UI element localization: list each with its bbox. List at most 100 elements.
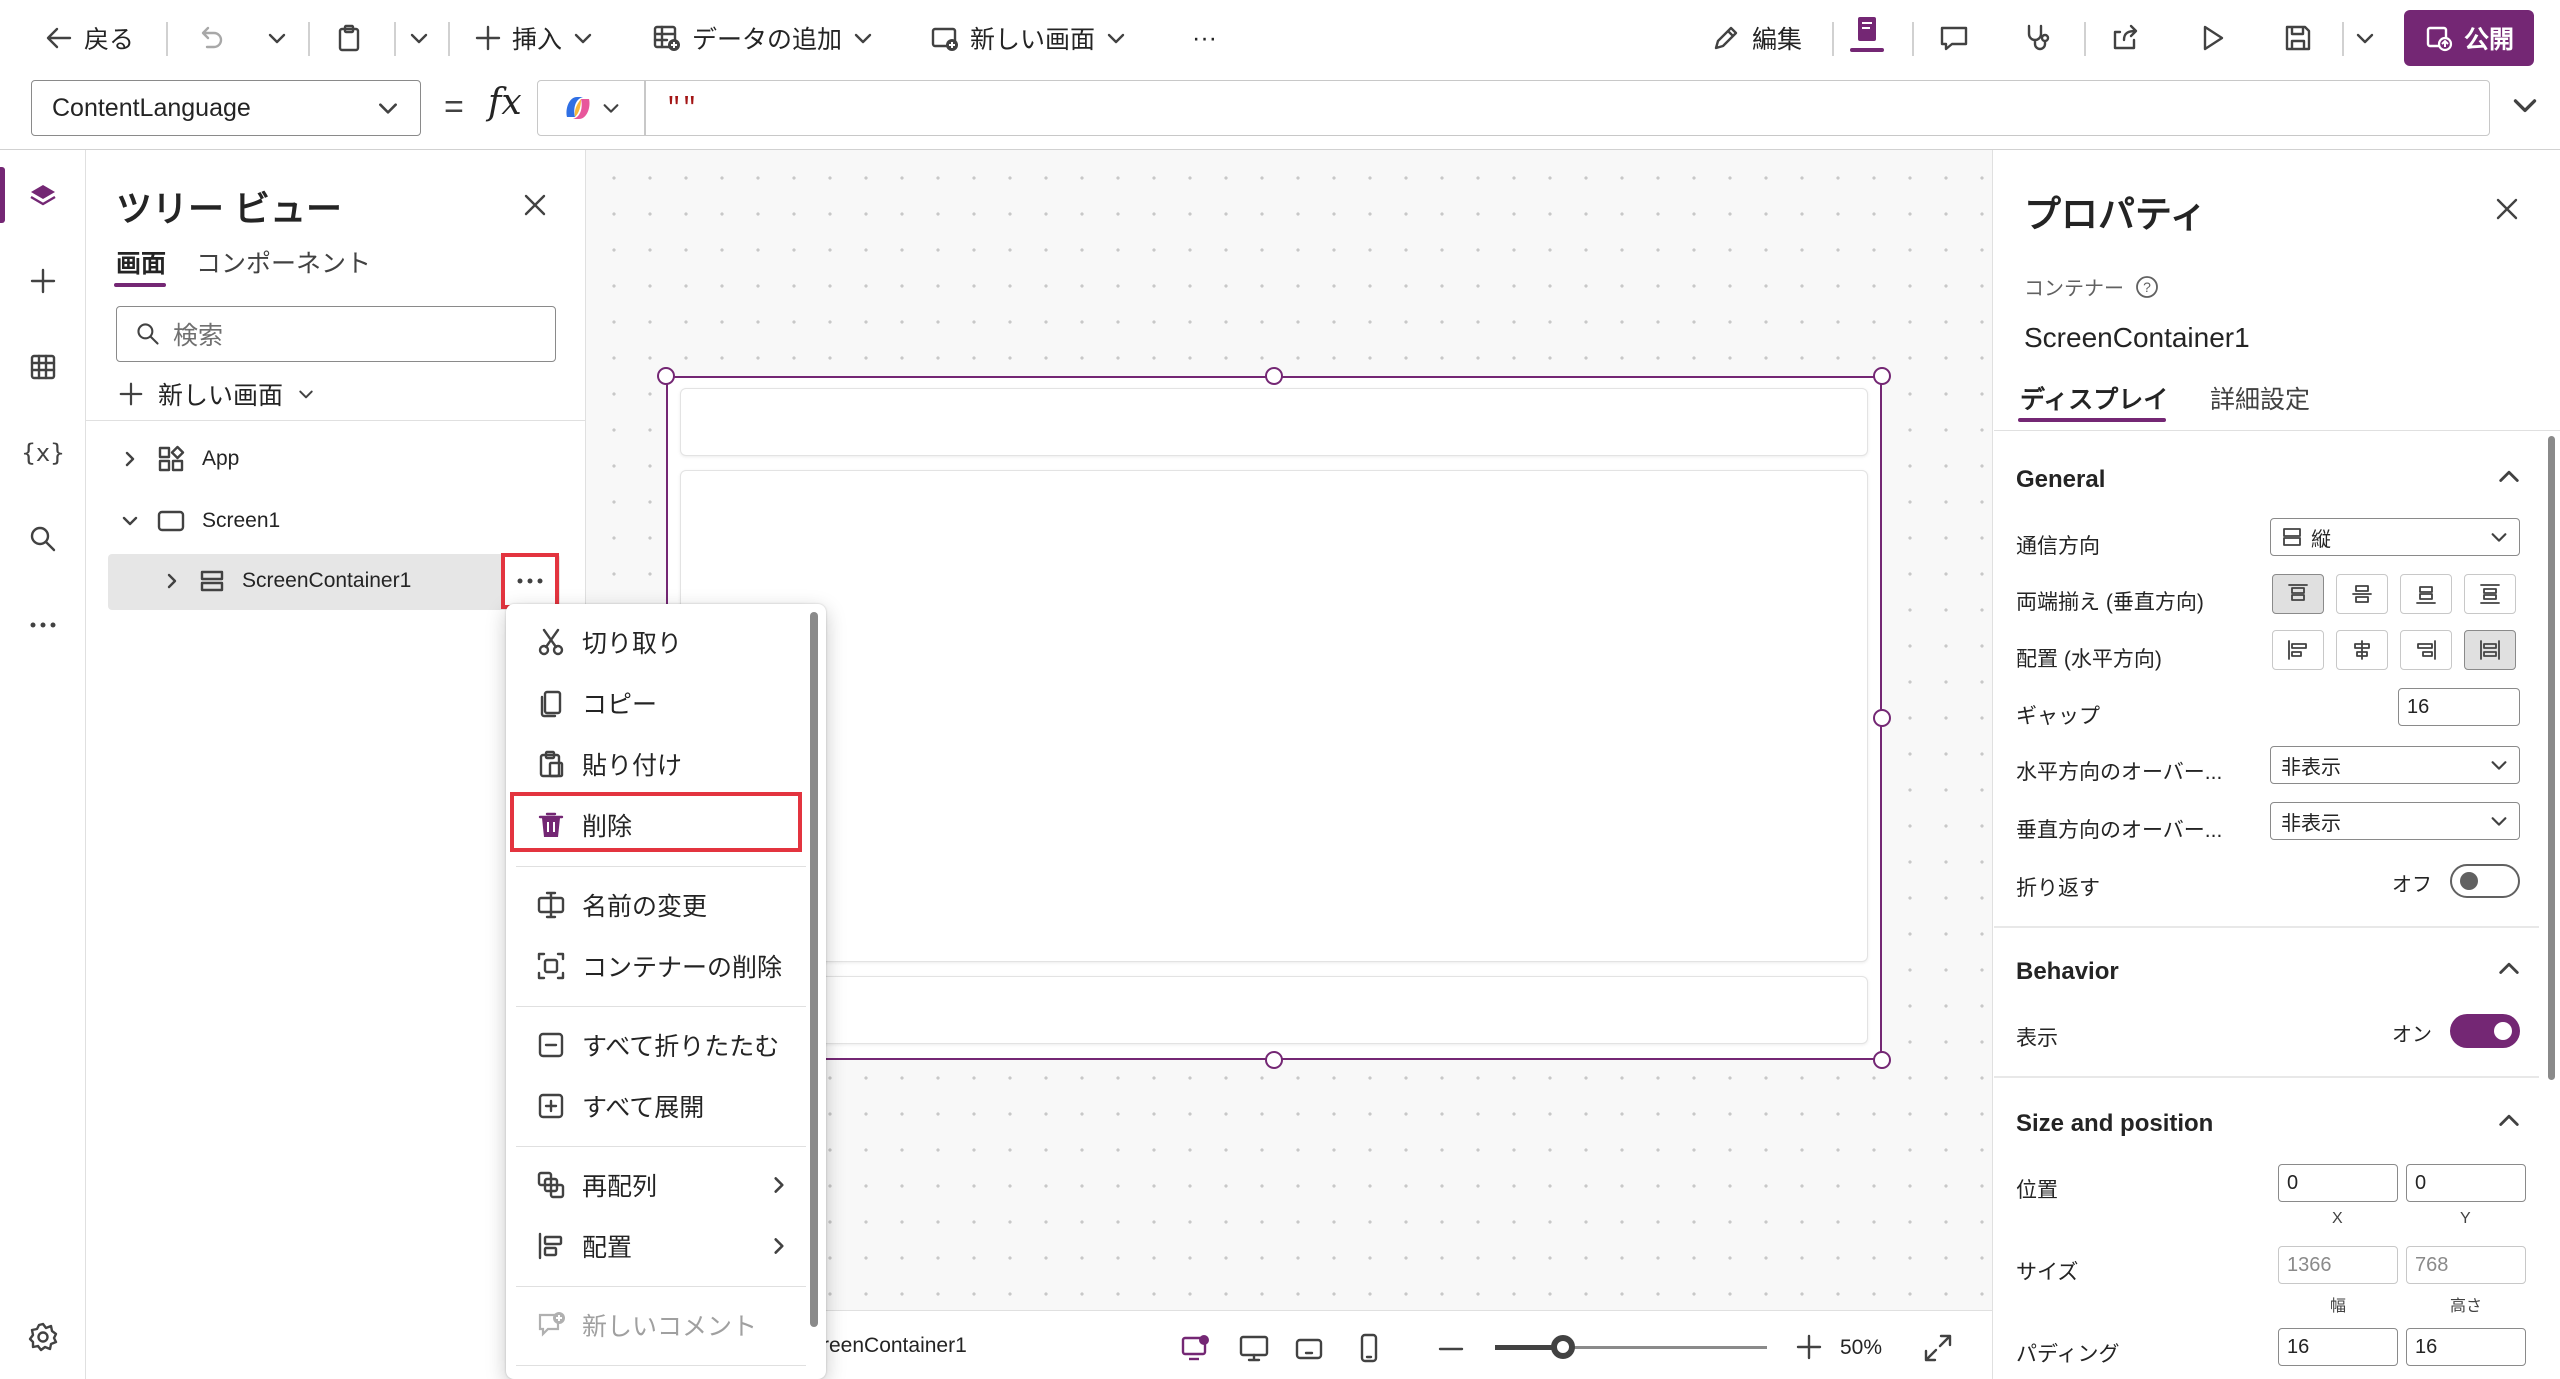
properties-scrollbar[interactable] (2548, 436, 2555, 1080)
property-dropdown[interactable]: ContentLanguage (31, 80, 421, 136)
tree-node-more-button[interactable] (501, 553, 559, 609)
menu-item-label: すべて折りたたむ (582, 1033, 780, 1061)
justify-bottom-button[interactable] (2400, 574, 2452, 614)
menu-item-collapse-all[interactable]: すべて折りたたむ (524, 1017, 808, 1073)
resize-handle[interactable] (1873, 367, 1891, 385)
tab-screens[interactable]: 画面 (116, 244, 166, 280)
zoom-slider-thumb[interactable] (1551, 1335, 1575, 1359)
close-icon[interactable] (520, 190, 550, 220)
visible-toggle[interactable] (2450, 1014, 2520, 1048)
paste-menu-button[interactable] (408, 14, 430, 62)
monitor-icon[interactable] (1238, 1332, 1270, 1364)
context-menu-scrollbar[interactable] (810, 612, 818, 1327)
padding-input-1[interactable]: 16 (2278, 1328, 2398, 1366)
save-menu-button[interactable] (2354, 14, 2376, 62)
size-width-input[interactable]: 1366 (2278, 1246, 2398, 1284)
desktop-preview-icon[interactable] (1180, 1332, 1212, 1364)
app-checker-button[interactable] (1850, 14, 1884, 62)
size-height-input[interactable]: 768 (2406, 1246, 2526, 1284)
insert-button[interactable]: 挿入 (474, 14, 594, 62)
resize-handle[interactable] (1265, 1051, 1283, 1069)
back-button[interactable]: 戻る (44, 14, 134, 62)
chevron-down-icon[interactable] (2510, 90, 2540, 120)
wrap-toggle[interactable] (2450, 864, 2520, 898)
align-center-button[interactable] (2336, 630, 2388, 670)
rail-search[interactable] (20, 516, 66, 562)
position-x-input[interactable]: 0 (2278, 1164, 2398, 1202)
align-left-button[interactable] (2272, 630, 2324, 670)
new-screen-button[interactable]: 新しい画面 (930, 14, 1127, 62)
justify-space-button[interactable] (2464, 574, 2516, 614)
formula-input[interactable]: "" (645, 80, 2490, 136)
overflow-h-dropdown[interactable]: 非表示 (2270, 746, 2520, 784)
health-button[interactable] (2022, 14, 2054, 62)
undo-menu-button[interactable] (266, 14, 288, 62)
comments-button[interactable] (1938, 14, 1970, 62)
play-icon (2203, 25, 2224, 51)
align-right-button[interactable] (2400, 630, 2452, 670)
tree-new-screen-button[interactable]: 新しい画面 (118, 376, 315, 412)
resize-handle[interactable] (657, 367, 675, 385)
section-divider (1994, 1076, 2539, 1078)
rail-data[interactable] (20, 344, 66, 390)
menu-item-paste[interactable]: 貼り付け (524, 736, 808, 792)
publish-button[interactable]: 公開 (2404, 10, 2534, 66)
fit-to-window-icon[interactable] (1922, 1332, 1954, 1364)
visible-state: オン (2392, 1024, 2432, 1046)
undo-button[interactable] (196, 14, 226, 62)
menu-item-expand-all[interactable]: すべて展開 (524, 1078, 808, 1134)
justify-center-button[interactable] (2336, 574, 2388, 614)
paste-button[interactable] (334, 14, 364, 62)
rail-insert[interactable] (20, 258, 66, 304)
tab-advanced[interactable]: 詳細設定 (2210, 380, 2310, 416)
direction-dropdown[interactable]: 縦 (2270, 518, 2520, 556)
table-add-icon (653, 25, 680, 51)
align-stretch-button[interactable] (2464, 630, 2516, 670)
tab-display[interactable]: ディスプレイ (2020, 380, 2168, 416)
edit-button[interactable]: 編集 (1710, 14, 1802, 62)
gap-input[interactable]: 16 (2398, 688, 2520, 726)
justify-top-button[interactable] (2272, 574, 2324, 614)
menu-item-remove-container[interactable]: コンテナーの削除 (524, 938, 808, 994)
menu-item-reorder[interactable]: 再配列 (524, 1157, 808, 1213)
position-y-input[interactable]: 0 (2406, 1164, 2526, 1202)
variables-icon[interactable]: {x} (20, 430, 66, 476)
chevron-up-icon[interactable] (2496, 464, 2522, 490)
help-icon[interactable]: ? (2134, 274, 2160, 300)
copilot-button[interactable] (537, 80, 645, 136)
phone-icon[interactable] (1354, 1332, 1384, 1364)
save-button[interactable] (2282, 14, 2314, 62)
tree-node-screencontainer1[interactable]: ScreenContainer1 (162, 567, 411, 595)
menu-item-rename[interactable]: 名前の変更 (524, 877, 808, 933)
tree-node-app[interactable]: App (120, 444, 239, 474)
share-button[interactable] (2110, 14, 2142, 62)
menu-item-cut[interactable]: 切り取り (524, 614, 808, 670)
more-label: ··· (1192, 23, 1217, 52)
rail-more[interactable] (20, 602, 66, 648)
rail-tree-view[interactable] (20, 172, 66, 218)
stethoscope-icon (2027, 24, 2050, 51)
chevron-down-icon (299, 390, 313, 399)
add-data-button[interactable]: データの追加 (652, 14, 874, 62)
tree-search-input[interactable]: 検索 (116, 306, 556, 362)
resize-handle[interactable] (1873, 709, 1891, 727)
padding-input-2[interactable]: 16 (2406, 1328, 2526, 1366)
resize-handle[interactable] (1873, 1051, 1891, 1069)
chevron-up-icon[interactable] (2496, 1108, 2522, 1134)
menu-item-copy[interactable]: コピー (524, 675, 808, 731)
new-screen-label: 新しい画面 (158, 382, 284, 410)
tablet-icon[interactable] (1294, 1334, 1324, 1364)
delete-highlight-box (510, 792, 802, 852)
zoom-in-icon[interactable] (1794, 1332, 1824, 1362)
more-commands-button[interactable]: ··· (1192, 14, 1217, 62)
tree-node-screen1[interactable]: Screen1 (120, 506, 280, 536)
zoom-out-icon[interactable] (1436, 1334, 1466, 1364)
chevron-up-icon[interactable] (2496, 956, 2522, 982)
rail-settings[interactable] (20, 1314, 66, 1360)
resize-handle[interactable] (1265, 367, 1283, 385)
tab-components[interactable]: コンポーネント (196, 244, 371, 280)
close-icon[interactable] (2492, 194, 2522, 224)
preview-button[interactable] (2196, 14, 2228, 62)
overflow-v-dropdown[interactable]: 非表示 (2270, 802, 2520, 840)
menu-item-align[interactable]: 配置 (524, 1218, 808, 1274)
